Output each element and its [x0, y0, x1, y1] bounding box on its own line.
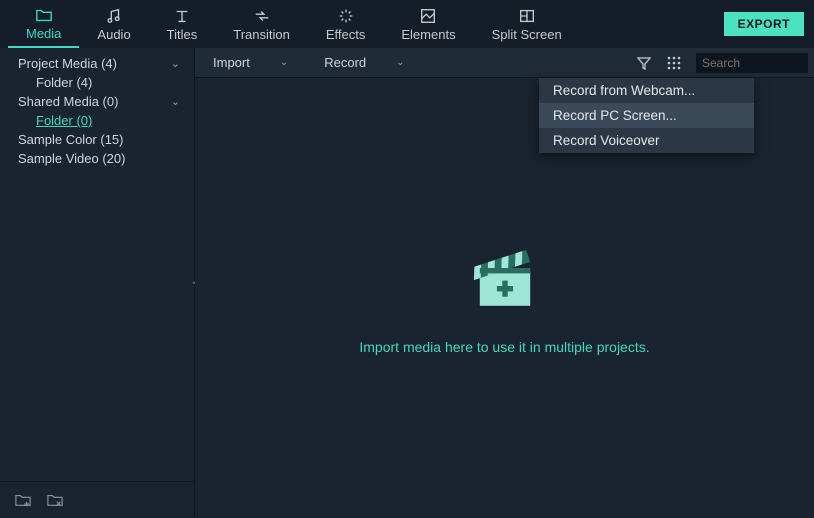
- tab-elements[interactable]: Elements: [383, 0, 473, 48]
- toolbar-right: [636, 53, 808, 73]
- split-screen-icon: [518, 7, 536, 25]
- tab-label: Titles: [167, 27, 198, 42]
- tab-label: Effects: [326, 27, 366, 42]
- search-box[interactable]: [696, 53, 808, 73]
- tab-transition[interactable]: Transition: [215, 0, 308, 48]
- effects-icon: [337, 7, 355, 25]
- delete-folder-icon[interactable]: [46, 492, 64, 508]
- sidebar-item-label: Project Media (4): [18, 56, 117, 71]
- clapperboard-icon: [469, 241, 541, 319]
- sidebar-item-label: Sample Video (20): [18, 151, 125, 166]
- tab-effects[interactable]: Effects: [308, 0, 384, 48]
- tab-label: Elements: [401, 27, 455, 42]
- chevron-down-icon: ⌄: [171, 95, 180, 108]
- record-pc-screen-item[interactable]: Record PC Screen...: [539, 103, 754, 128]
- titles-icon: [173, 7, 191, 25]
- sidebar-item-folder-shared[interactable]: Folder (0): [0, 111, 194, 130]
- sidebar-item-label: Folder (4): [36, 75, 92, 90]
- filter-icon[interactable]: [636, 55, 652, 71]
- record-dropdown[interactable]: Record ⌄: [306, 48, 422, 77]
- tab-label: Split Screen: [492, 27, 562, 42]
- sidebar-item-sample-video[interactable]: Sample Video (20): [0, 149, 194, 168]
- tab-titles[interactable]: Titles: [149, 0, 216, 48]
- sidebar-item-folder[interactable]: Folder (4): [0, 73, 194, 92]
- elements-icon: [419, 7, 437, 25]
- import-dropdown[interactable]: Import ⌄: [195, 48, 306, 77]
- empty-hint: Import media here to use it in multiple …: [359, 339, 649, 355]
- music-icon: [105, 7, 123, 25]
- top-tabs: Media Audio Titles Transition Effects El…: [0, 0, 814, 48]
- body: Project Media (4) ⌄ Folder (4) Shared Me…: [0, 48, 814, 518]
- search-input[interactable]: [702, 56, 814, 70]
- record-menu: Record from Webcam... Record PC Screen..…: [539, 78, 754, 153]
- chevron-down-icon: ⌄: [280, 57, 288, 68]
- grid-view-icon[interactable]: [666, 55, 682, 71]
- tab-split-screen[interactable]: Split Screen: [474, 0, 580, 48]
- tab-label: Audio: [97, 27, 130, 42]
- tab-media[interactable]: Media: [8, 0, 79, 48]
- tab-label: Media: [26, 26, 61, 41]
- sidebar: Project Media (4) ⌄ Folder (4) Shared Me…: [0, 48, 195, 518]
- sidebar-item-label: Sample Color (15): [18, 132, 124, 147]
- sidebar-item-sample-color[interactable]: Sample Color (15): [0, 130, 194, 149]
- sidebar-tree: Project Media (4) ⌄ Folder (4) Shared Me…: [0, 48, 194, 481]
- export-button[interactable]: EXPORT: [724, 12, 804, 36]
- main: Import ⌄ Record ⌄: [195, 48, 814, 518]
- chevron-down-icon: ⌄: [171, 57, 180, 70]
- sidebar-item-label: Folder (0): [36, 113, 92, 128]
- tab-audio[interactable]: Audio: [79, 0, 148, 48]
- folder-icon: [35, 6, 53, 24]
- sidebar-item-project-media[interactable]: Project Media (4) ⌄: [0, 54, 194, 73]
- new-folder-icon[interactable]: [14, 492, 32, 508]
- import-label: Import: [213, 55, 250, 70]
- toolbar: Import ⌄ Record ⌄: [195, 48, 814, 78]
- sidebar-item-label: Shared Media (0): [18, 94, 118, 109]
- tab-label: Transition: [233, 27, 290, 42]
- record-voiceover-item[interactable]: Record Voiceover: [539, 128, 754, 153]
- sidebar-bottom: [0, 481, 194, 518]
- chevron-down-icon: ⌄: [396, 57, 404, 68]
- record-label: Record: [324, 55, 366, 70]
- record-webcam-item[interactable]: Record from Webcam...: [539, 78, 754, 103]
- transition-icon: [253, 7, 271, 25]
- sidebar-item-shared-media[interactable]: Shared Media (0) ⌄: [0, 92, 194, 111]
